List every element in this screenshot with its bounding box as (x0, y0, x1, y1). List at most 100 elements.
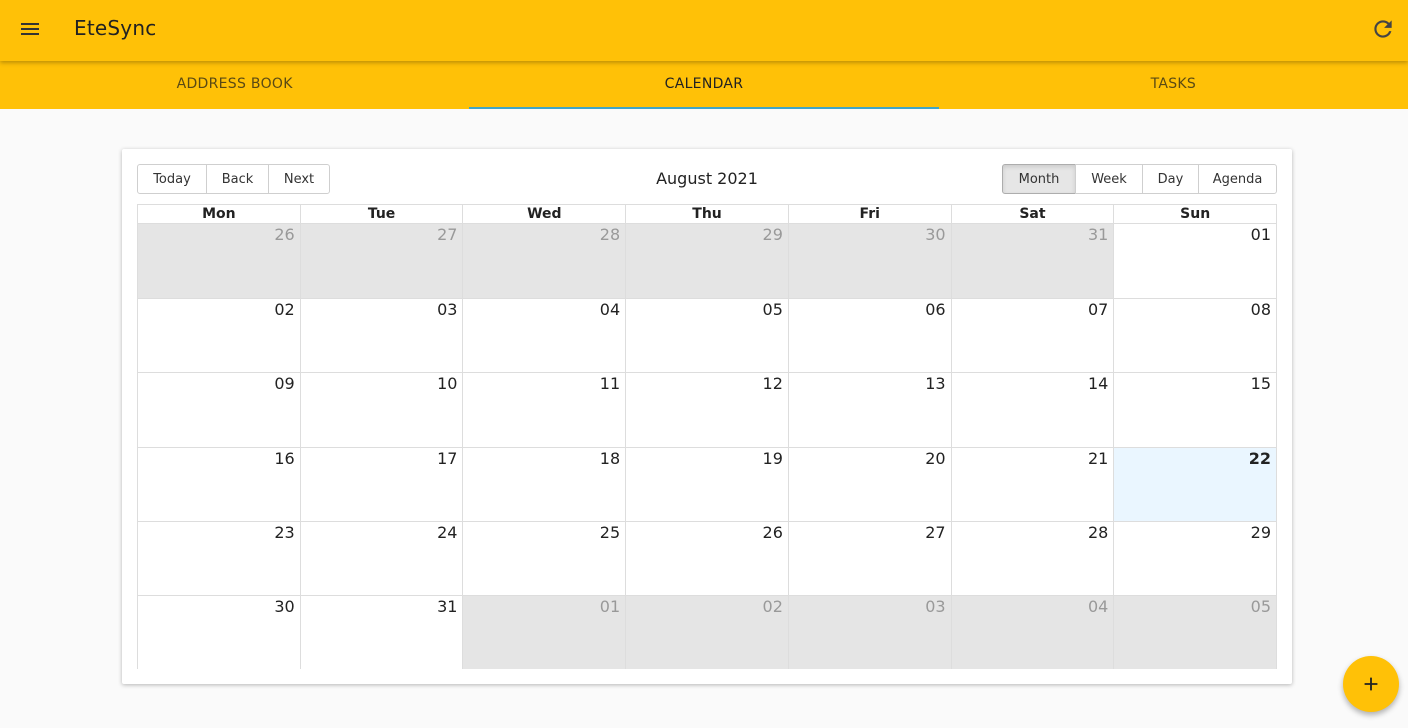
day-cell[interactable]: 05 (625, 299, 788, 373)
day-cell[interactable]: 31 (950, 224, 1114, 299)
day-number[interactable]: 01 (1251, 225, 1271, 244)
day-number[interactable]: 31 (1088, 225, 1108, 244)
day-cell[interactable]: 20 (787, 447, 951, 521)
day-number[interactable]: 29 (763, 225, 783, 244)
day-number[interactable]: 15 (1251, 374, 1271, 393)
day-cell[interactable]: 28 (950, 521, 1114, 595)
day-number[interactable]: 23 (274, 523, 294, 542)
day-number[interactable]: 18 (600, 449, 620, 468)
day-cell[interactable]: 26 (138, 224, 300, 299)
day-cell[interactable]: 16 (138, 447, 300, 521)
day-number[interactable]: 28 (1088, 523, 1108, 542)
today-button[interactable]: Today (137, 164, 207, 194)
day-number[interactable]: 16 (274, 449, 294, 468)
day-cell[interactable]: 30 (787, 224, 951, 299)
day-cell[interactable]: 23 (138, 521, 300, 595)
back-button[interactable]: Back (206, 164, 269, 194)
week-row: 26 27 28 29 30 31 01 (138, 224, 1277, 299)
day-number[interactable]: 04 (600, 300, 620, 319)
day-cell[interactable]: 31 (299, 595, 463, 670)
day-view-button[interactable]: Day (1142, 164, 1199, 194)
day-number[interactable]: 17 (437, 449, 457, 468)
day-number[interactable]: 05 (1251, 597, 1271, 616)
day-number[interactable]: 12 (763, 374, 783, 393)
day-cell[interactable]: 04 (950, 595, 1114, 670)
add-event-button[interactable] (1343, 656, 1399, 712)
day-number[interactable]: 20 (925, 449, 945, 468)
day-number[interactable]: 26 (274, 225, 294, 244)
day-number[interactable]: 24 (437, 523, 457, 542)
day-number[interactable]: 30 (274, 597, 294, 616)
day-cell[interactable]: 27 (299, 224, 463, 299)
week-view-button[interactable]: Week (1075, 164, 1143, 194)
day-number[interactable]: 06 (925, 300, 945, 319)
agenda-view-button[interactable]: Agenda (1198, 164, 1277, 194)
day-number[interactable]: 08 (1251, 300, 1271, 319)
day-number[interactable]: 03 (925, 597, 945, 616)
day-cell[interactable]: 18 (462, 447, 626, 521)
day-number[interactable]: 22 (1249, 449, 1271, 468)
day-cell[interactable]: 24 (299, 521, 463, 595)
day-cell[interactable]: 29 (625, 224, 788, 299)
day-cell[interactable]: 05 (1113, 595, 1277, 670)
day-cell[interactable]: 11 (462, 373, 626, 447)
day-cell[interactable]: 13 (787, 373, 951, 447)
day-cell[interactable]: 03 (299, 299, 463, 373)
day-cell[interactable]: 10 (299, 373, 463, 447)
day-cell[interactable]: 17 (299, 447, 463, 521)
day-cell[interactable]: 28 (462, 224, 626, 299)
day-cell[interactable]: 04 (462, 299, 626, 373)
day-cell[interactable]: 26 (625, 521, 788, 595)
day-number[interactable]: 01 (600, 597, 620, 616)
day-number[interactable]: 02 (763, 597, 783, 616)
day-number[interactable]: 21 (1088, 449, 1108, 468)
day-number[interactable]: 28 (600, 225, 620, 244)
day-cell[interactable]: 30 (138, 595, 300, 670)
refresh-icon[interactable] (1370, 16, 1396, 42)
day-cell[interactable]: 02 (138, 299, 300, 373)
tab-tasks[interactable]: TASKS (939, 61, 1408, 109)
day-number[interactable]: 31 (437, 597, 457, 616)
day-number[interactable]: 14 (1088, 374, 1108, 393)
day-number[interactable]: 13 (925, 374, 945, 393)
menu-icon[interactable] (14, 14, 46, 46)
day-number[interactable]: 02 (274, 300, 294, 319)
day-number[interactable]: 30 (925, 225, 945, 244)
day-cell[interactable]: 21 (950, 447, 1114, 521)
day-number[interactable]: 09 (274, 374, 294, 393)
day-number[interactable]: 03 (437, 300, 457, 319)
day-number[interactable]: 07 (1088, 300, 1108, 319)
day-cell[interactable]: 15 (1113, 373, 1277, 447)
day-cell[interactable]: 08 (1113, 299, 1277, 373)
day-number[interactable]: 27 (925, 523, 945, 542)
day-cell[interactable]: 06 (787, 299, 951, 373)
tab-calendar[interactable]: CALENDAR (469, 61, 939, 109)
day-cell[interactable]: 02 (625, 595, 788, 670)
day-cell[interactable]: 01 (1113, 224, 1277, 299)
day-number[interactable]: 05 (763, 300, 783, 319)
app-bar: EteSync (0, 0, 1408, 61)
day-cell[interactable]: 07 (950, 299, 1114, 373)
day-number[interactable]: 19 (763, 449, 783, 468)
day-cell[interactable]: 12 (625, 373, 788, 447)
month-view-button[interactable]: Month (1002, 164, 1076, 194)
day-number[interactable]: 10 (437, 374, 457, 393)
day-number[interactable]: 27 (437, 225, 457, 244)
day-cell[interactable]: 03 (787, 595, 951, 670)
day-cell[interactable]: 01 (462, 595, 626, 670)
day-cell[interactable]: 09 (138, 373, 300, 447)
day-cell-today[interactable]: 22 (1113, 447, 1277, 521)
day-number[interactable]: 11 (600, 374, 620, 393)
next-button[interactable]: Next (268, 164, 330, 194)
tab-address-book[interactable]: ADDRESS BOOK (0, 61, 469, 109)
day-number[interactable]: 04 (1088, 597, 1108, 616)
day-number[interactable]: 29 (1251, 523, 1271, 542)
day-cell[interactable]: 14 (950, 373, 1114, 447)
day-cell[interactable]: 27 (787, 521, 951, 595)
day-cell[interactable]: 19 (625, 447, 788, 521)
day-cell[interactable]: 25 (462, 521, 626, 595)
day-cell[interactable]: 29 (1113, 521, 1277, 595)
day-number[interactable]: 26 (763, 523, 783, 542)
day-number[interactable]: 25 (600, 523, 620, 542)
week-row: 02 03 04 05 06 07 08 (138, 298, 1277, 373)
